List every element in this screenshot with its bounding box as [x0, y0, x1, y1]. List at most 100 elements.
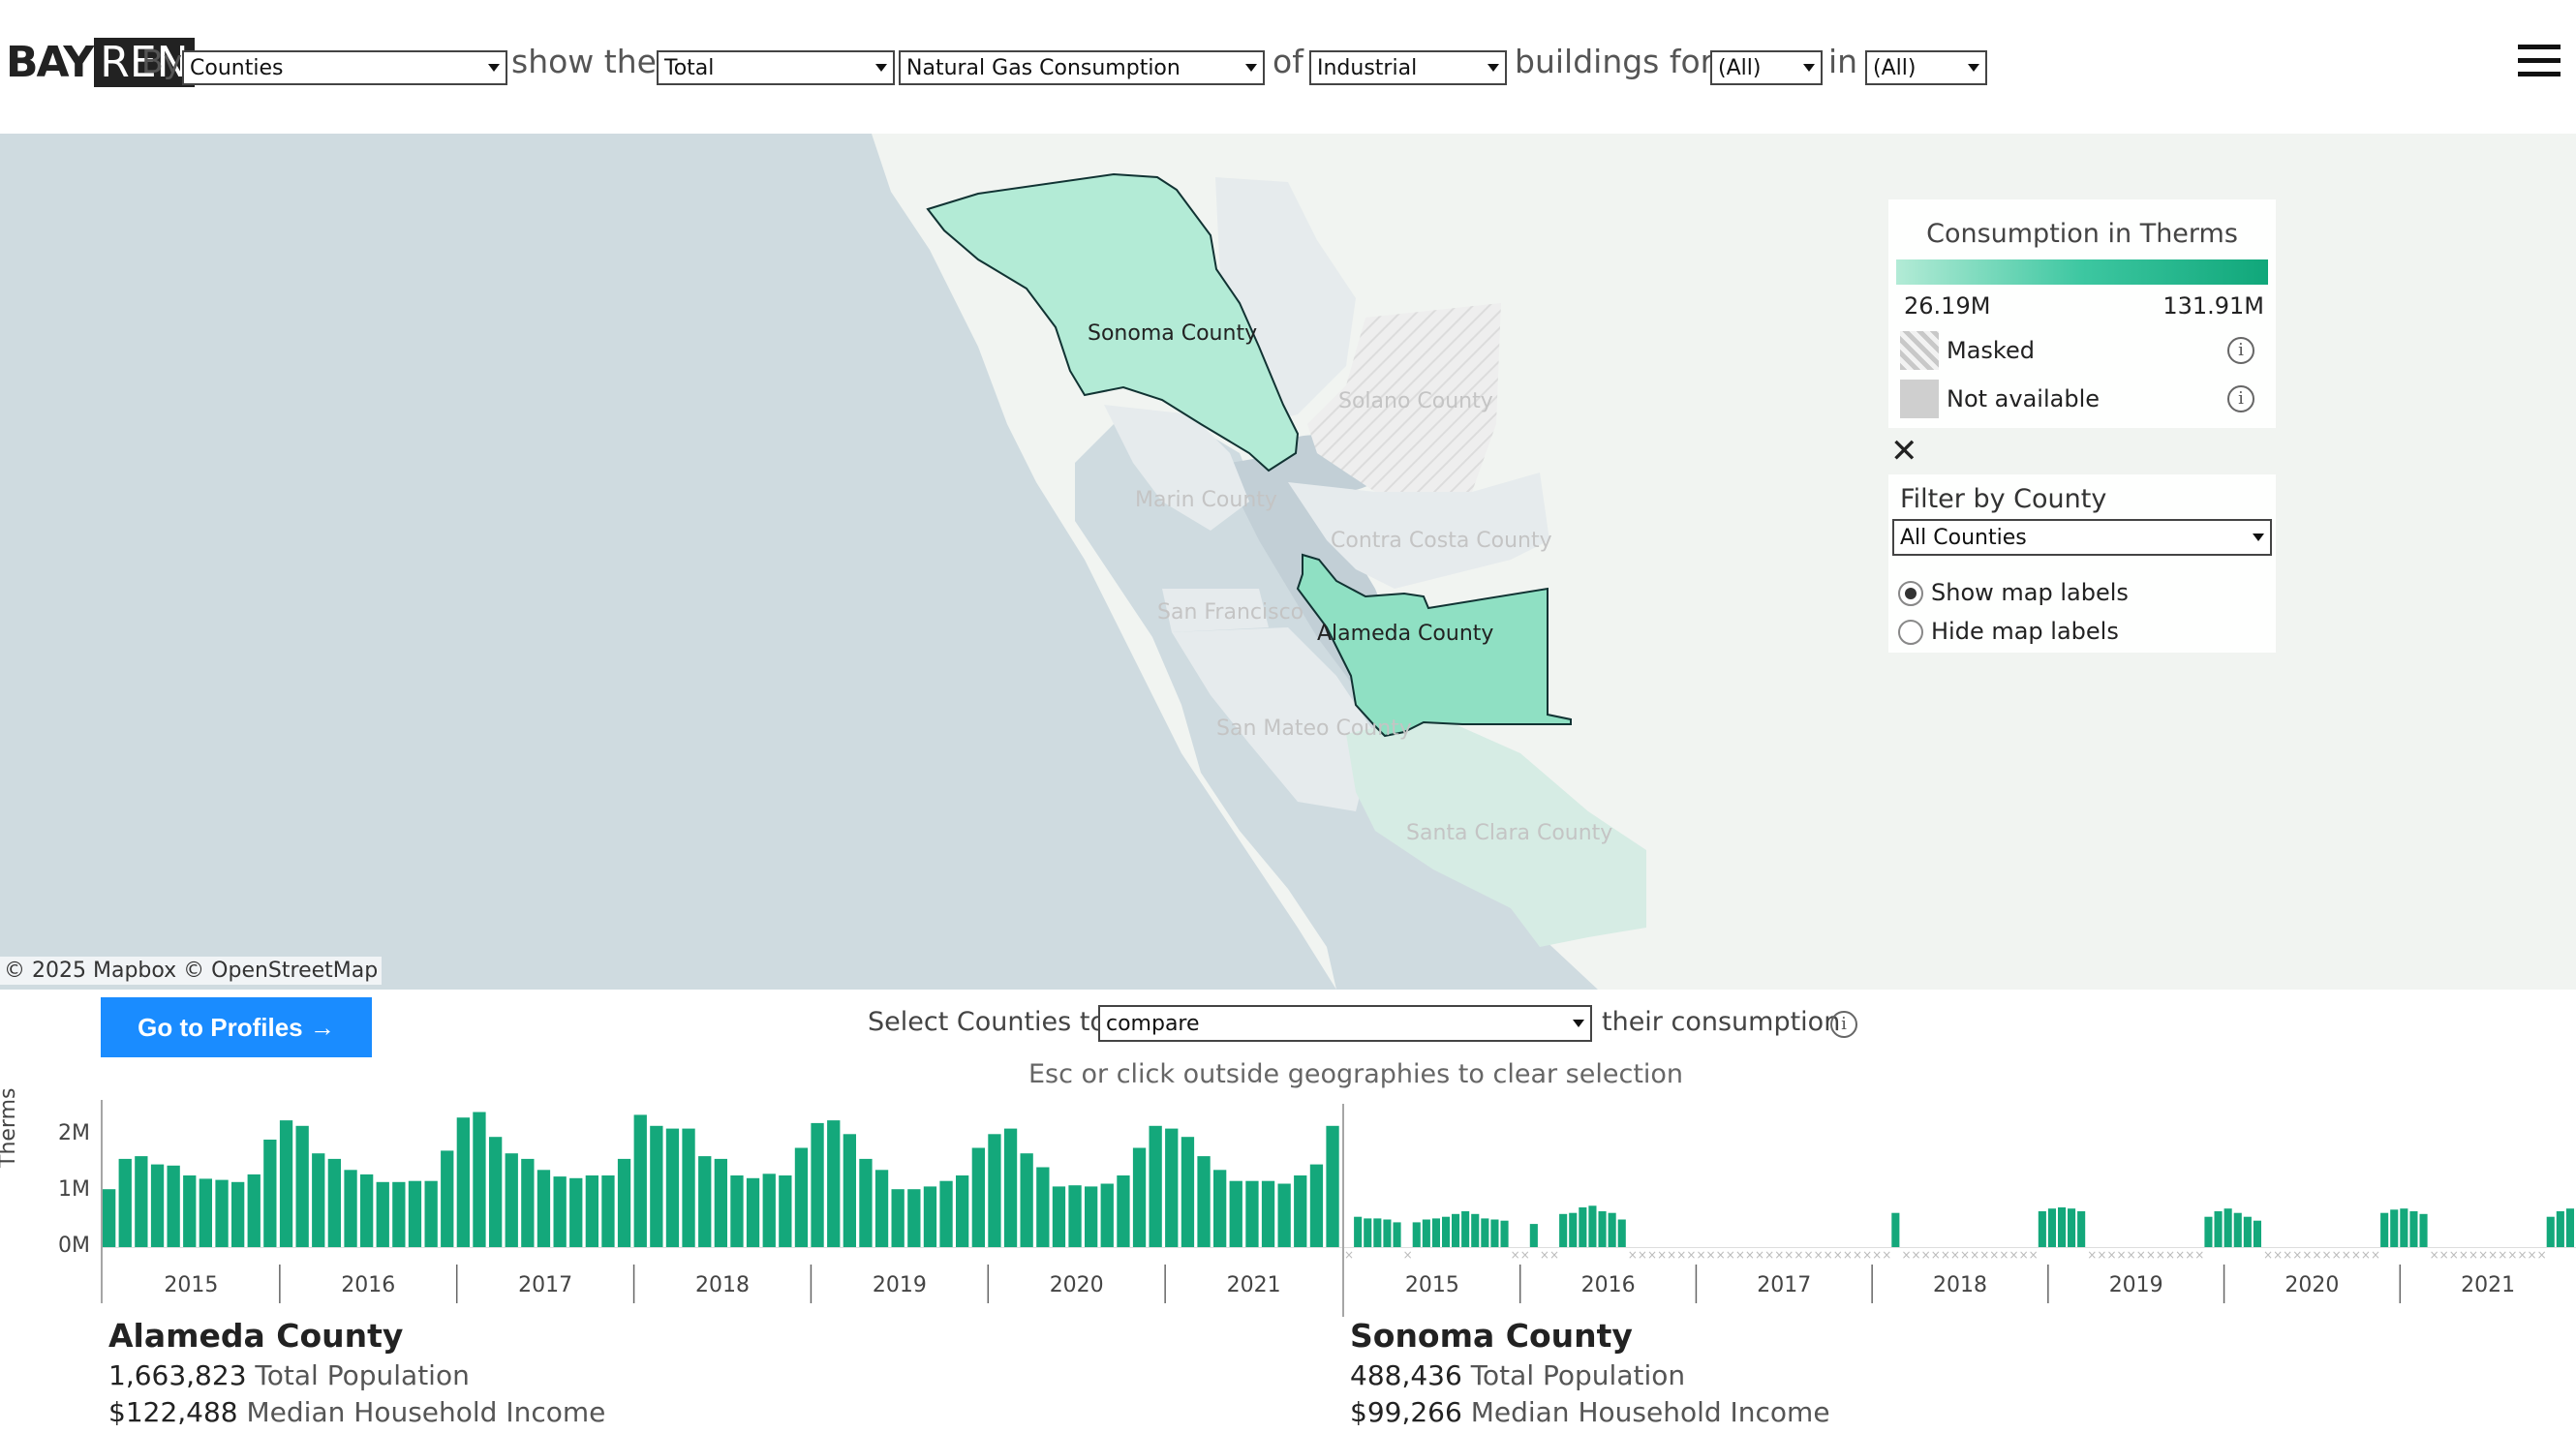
- chart-bar[interactable]: [1373, 1218, 1382, 1247]
- chart-bar[interactable]: [1529, 1224, 1538, 1247]
- chart-bar[interactable]: [2214, 1211, 2223, 1247]
- chart-bar[interactable]: [1197, 1156, 1211, 1247]
- chart-bar[interactable]: [521, 1158, 535, 1247]
- chart-bar[interactable]: [1294, 1175, 1307, 1247]
- chart-bar[interactable]: [698, 1156, 712, 1247]
- chart-bar[interactable]: [2243, 1216, 2252, 1247]
- chart-bar[interactable]: [1393, 1222, 1401, 1247]
- chart-bar[interactable]: [1364, 1218, 1372, 1247]
- chart-bar[interactable]: [1412, 1222, 1421, 1247]
- chart-bar[interactable]: [1181, 1137, 1195, 1247]
- chart-bar[interactable]: [2253, 1220, 2261, 1247]
- show-labels-label[interactable]: Show map labels: [1931, 579, 2129, 606]
- chart-bar[interactable]: [1579, 1207, 1587, 1247]
- geography-select[interactable]: Counties: [182, 50, 507, 85]
- chart-bar[interactable]: [2419, 1213, 2428, 1247]
- chart-bar[interactable]: [263, 1140, 277, 1247]
- chart-bar[interactable]: [553, 1176, 567, 1247]
- chart-bar[interactable]: [441, 1150, 454, 1247]
- chart-bar[interactable]: [295, 1125, 309, 1247]
- chart-bar[interactable]: [1598, 1211, 1607, 1247]
- chart-bar[interactable]: [327, 1158, 341, 1247]
- chart-bar[interactable]: [843, 1134, 856, 1247]
- chart-bar[interactable]: [1149, 1125, 1162, 1247]
- info-icon[interactable]: i: [2227, 337, 2254, 364]
- chart-bar[interactable]: [2058, 1207, 2067, 1247]
- chart-bar[interactable]: [231, 1181, 245, 1247]
- chart-bar[interactable]: [1277, 1183, 1291, 1248]
- chart-bar[interactable]: [971, 1147, 985, 1248]
- chart-bar[interactable]: [1036, 1167, 1050, 1248]
- chart-bar[interactable]: [2047, 1208, 2056, 1247]
- hide-labels-label[interactable]: Hide map labels: [1931, 618, 2119, 645]
- info-icon[interactable]: i: [2227, 385, 2254, 412]
- chart-bar[interactable]: [1471, 1213, 1480, 1247]
- show-labels-radio[interactable]: [1898, 581, 1923, 606]
- chart-bar[interactable]: [1213, 1170, 1227, 1247]
- consumption-bar-charts[interactable]: 2015 2016 2017 2018 2019 2020 2021× × × × × × × × × × × ×…: [0, 1084, 2576, 1317]
- chart-bar[interactable]: [1490, 1219, 1499, 1248]
- chart-bar[interactable]: [682, 1128, 695, 1247]
- chart-bar[interactable]: [1891, 1212, 1900, 1247]
- chart-bar[interactable]: [183, 1175, 197, 1247]
- chart-bar[interactable]: [907, 1189, 921, 1247]
- close-icon[interactable]: ✕: [1890, 432, 1918, 471]
- go-to-profiles-button[interactable]: Go to Profiles →: [101, 997, 372, 1057]
- hide-labels-radio[interactable]: [1898, 620, 1923, 645]
- chart-bar[interactable]: [923, 1186, 937, 1247]
- chart-bar[interactable]: [714, 1158, 727, 1247]
- chart-bar[interactable]: [537, 1170, 551, 1247]
- chart-bar[interactable]: [1452, 1213, 1460, 1247]
- chart-bar[interactable]: [103, 1189, 116, 1247]
- chart-bar[interactable]: [167, 1165, 180, 1247]
- chart-bar[interactable]: [2409, 1211, 2418, 1247]
- chart-bar[interactable]: [1431, 1218, 1440, 1247]
- chart-bar[interactable]: [730, 1175, 744, 1247]
- chart-bar[interactable]: [2038, 1211, 2046, 1247]
- chart-bar[interactable]: [2546, 1216, 2555, 1247]
- chart-bar[interactable]: [1245, 1180, 1259, 1247]
- chart-bar[interactable]: [199, 1178, 212, 1247]
- chart-bar[interactable]: [1617, 1219, 1626, 1248]
- chart-bar[interactable]: [811, 1122, 824, 1247]
- chart-bar[interactable]: [1020, 1153, 1033, 1247]
- chart-bar[interactable]: [1442, 1216, 1451, 1247]
- chart-bar[interactable]: [1608, 1212, 1616, 1247]
- chart-bar[interactable]: [1383, 1219, 1392, 1248]
- chart-bar[interactable]: [1309, 1164, 1324, 1247]
- chart-bar[interactable]: [1003, 1128, 1018, 1247]
- chart-bar[interactable]: [473, 1112, 486, 1248]
- chart-bar[interactable]: [891, 1189, 905, 1247]
- chart-bar[interactable]: [859, 1158, 873, 1247]
- building-filter-select[interactable]: (All): [1710, 50, 1823, 85]
- chart-bar[interactable]: [408, 1180, 422, 1247]
- chart-bar[interactable]: [956, 1175, 969, 1247]
- compare-select[interactable]: compare: [1098, 1005, 1592, 1042]
- chart-bar[interactable]: [874, 1170, 889, 1247]
- chart-bar[interactable]: [135, 1156, 148, 1247]
- chart-bar[interactable]: [794, 1147, 809, 1248]
- chart-bar[interactable]: [585, 1175, 598, 1247]
- metric-select[interactable]: Natural Gas Consumption: [899, 50, 1265, 85]
- chart-bar[interactable]: [360, 1174, 374, 1247]
- chart-bar[interactable]: [1085, 1186, 1098, 1247]
- chart-bar[interactable]: [2204, 1216, 2213, 1247]
- chart-bar[interactable]: [1461, 1211, 1470, 1247]
- chart-bar[interactable]: [505, 1153, 518, 1247]
- chart-bar[interactable]: [312, 1153, 325, 1247]
- chart-bar[interactable]: [489, 1137, 503, 1247]
- chart-bar[interactable]: [650, 1125, 663, 1247]
- chart-bar[interactable]: [1100, 1183, 1114, 1248]
- chart-bar[interactable]: [2565, 1208, 2574, 1247]
- chart-bar[interactable]: [665, 1128, 680, 1247]
- chart-bar[interactable]: [1052, 1186, 1066, 1247]
- chart-bar[interactable]: [988, 1134, 1001, 1247]
- info-icon[interactable]: i: [1830, 1011, 1857, 1038]
- year-filter-select[interactable]: (All): [1865, 50, 1987, 85]
- chart-bar[interactable]: [2068, 1208, 2076, 1247]
- chart-bar[interactable]: [392, 1181, 406, 1247]
- chart-bar[interactable]: [279, 1120, 293, 1247]
- chart-bar[interactable]: [939, 1180, 953, 1247]
- chart-bar[interactable]: [118, 1158, 132, 1247]
- chart-bar[interactable]: [215, 1179, 229, 1247]
